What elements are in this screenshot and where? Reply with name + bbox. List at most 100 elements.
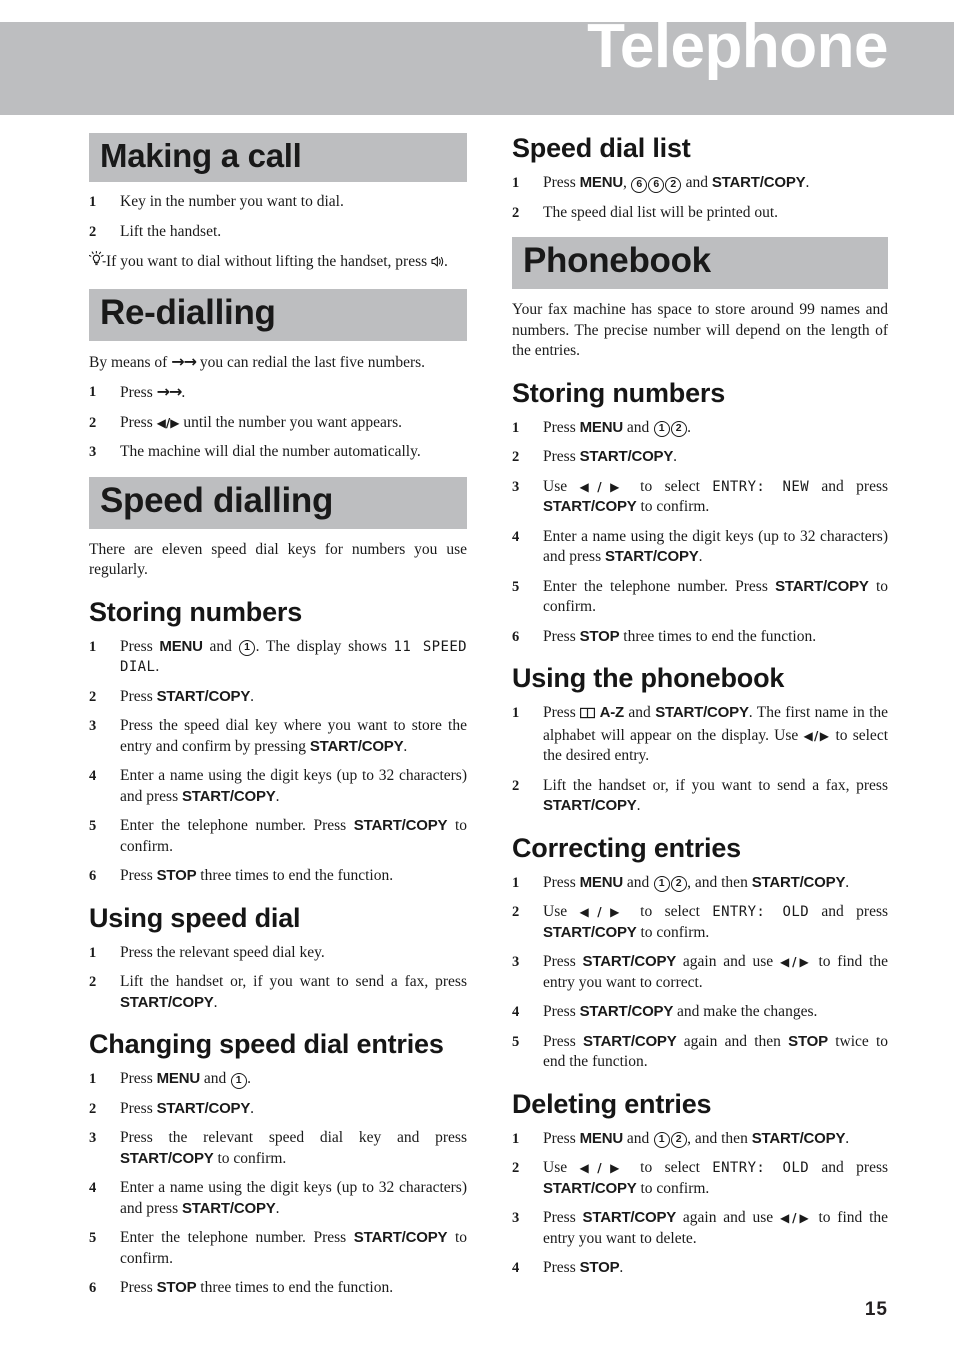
step-text: Press [543, 1209, 576, 1226]
intro-pre: By means of [89, 353, 168, 371]
list-item: 4 Enter a name using the digit keys (up … [512, 527, 888, 568]
step-number: 2 [89, 1100, 97, 1117]
key-label: START/COPY [579, 448, 674, 465]
redial-arrows-icon: →→ [171, 351, 197, 371]
speaker-icon [431, 254, 444, 275]
step-number: 2 [89, 223, 97, 240]
step-number: 1 [89, 638, 97, 655]
circled-digit: 2 [670, 876, 687, 892]
lcd-display-text: ENTRY: OLD [712, 904, 810, 920]
list-item: 2 Press START/COPY. [89, 687, 467, 708]
step-text: Enter the telephone number. Press [120, 1229, 347, 1246]
left-right-arrows-icon: ◀/▶ [579, 479, 628, 494]
steps-using-speed-dial: 1 Press the relevant speed dial key. 2 L… [89, 943, 467, 1014]
list-item: 2 Press START/COPY. [89, 1099, 467, 1120]
list-item: 1 Press MENU and 12, and then START/COPY… [512, 873, 888, 894]
step-text: Enter a name using the digit keys (up to… [120, 1179, 467, 1217]
key-label: START/COPY [182, 1199, 276, 1217]
step-text: Press [543, 1259, 576, 1276]
list-item: 6 Press STOP three times to end the func… [89, 1278, 467, 1299]
list-item: 3 Press the speed dial key where you wan… [89, 716, 467, 757]
key-label: START/COPY [751, 1129, 846, 1147]
open-book-icon [580, 705, 596, 726]
step-text: Press the relevant speed dial key. [120, 943, 325, 961]
step-number: 2 [89, 688, 97, 705]
step-number: 1 [89, 194, 97, 210]
step-text: Lift the handset. [120, 222, 222, 240]
circled-digit: 1 [230, 1072, 247, 1089]
steps-deleting-entries: 1 Press MENU and 12, and then START/COPY… [512, 1129, 888, 1279]
step-text-end: . [213, 993, 218, 1011]
step-text-end: . [275, 787, 280, 805]
step-number: 3 [512, 478, 520, 495]
left-column: Making a call 1 Key in the number you wa… [88, 133, 467, 1308]
step-number: 3 [512, 954, 520, 970]
list-item: 1 Press the relevant speed dial key. [89, 943, 467, 964]
circled-digit: 1 [653, 876, 670, 892]
circled-digit: 1 [653, 1132, 670, 1148]
key-label: A-Z [599, 704, 625, 721]
step-text: , and then [687, 1129, 748, 1147]
circled-digit: 2 [665, 176, 682, 193]
step-text: and [626, 1129, 650, 1147]
list-item: 1 Press MENU and 12, and then START/COPY… [512, 1129, 888, 1150]
step-text: , [622, 174, 627, 191]
step-text: Press [120, 1070, 153, 1087]
step-text-end: and make the changes. [677, 1003, 818, 1020]
step-number: 3 [512, 1210, 520, 1226]
steps-phonebook-storing-numbers: 1 Press MENU and 12. 2 Press START/COPY.… [512, 418, 888, 648]
step-text: Press [543, 873, 576, 891]
key-label: START/COPY [543, 1179, 637, 1197]
list-item: 2 Use ◀/▶ to select ENTRY: OLD and press… [512, 902, 888, 943]
list-item: 4 Enter a name using the digit keys (up … [89, 1178, 467, 1219]
step-text: and [209, 637, 232, 655]
tip-note: If you want to dial without lifting the … [88, 250, 467, 275]
step-text: Press [543, 1032, 576, 1050]
key-label: START/COPY [309, 737, 404, 755]
left-right-arrows-icon: ◀/▶ [803, 728, 831, 743]
circled-digit: 6 [631, 176, 648, 193]
step-text-end: three times to end the function. [200, 867, 394, 884]
list-item: 2 Lift the handset or, if you want to se… [89, 972, 467, 1013]
step-number: 5 [89, 1230, 97, 1246]
step-text-end: three times to end the function. [200, 1279, 394, 1296]
step-number: 4 [512, 1004, 520, 1020]
key-label: STOP [788, 1032, 828, 1050]
list-item: 2 Use ◀/▶ to select ENTRY: OLD and press… [512, 1158, 888, 1199]
step-number: 1 [512, 419, 520, 436]
intro-post: you can redial the last five numbers. [199, 353, 426, 371]
step-text-end: . [403, 737, 408, 755]
key-label: START/COPY [579, 1003, 674, 1020]
section-heading-speed-dialling: Speed dialling [89, 476, 467, 529]
step-text: again and then [683, 1032, 781, 1050]
left-right-arrows-icon: ◀/▶ [579, 1161, 628, 1175]
step-text: Enter the telephone number. Press [120, 817, 347, 834]
step-text: Use [543, 903, 568, 920]
left-right-arrows-icon: ◀/▶ [156, 415, 180, 430]
tip-text-end: . [444, 253, 448, 270]
list-item: 3 Press the relevant speed dial key and … [89, 1128, 467, 1169]
step-text: and [628, 704, 651, 721]
step-text: to select [640, 1159, 700, 1176]
list-item: 2 Lift the handset. [89, 222, 467, 243]
key-label: MENU [579, 873, 624, 891]
key-label: MENU [579, 418, 624, 436]
step-text: Press [543, 418, 576, 436]
circled-digit: 1 [239, 640, 256, 656]
step-text: and press [821, 903, 889, 920]
step-text-end: . [181, 384, 186, 401]
tip-text: If you want to dial without lifting the … [106, 253, 428, 270]
subheading-phonebook-storing-numbers: Storing numbers [512, 377, 726, 408]
step-number: 6 [512, 628, 520, 645]
step-text: Enter the telephone number. Press [543, 577, 768, 595]
steps-changing-speed-dial-entries: 1 Press MENU and 1. 2 Press START/COPY. … [89, 1069, 467, 1299]
step-text-end: . [845, 873, 850, 891]
step-number: 2 [89, 974, 97, 990]
step-number: 2 [512, 777, 520, 794]
step-number: 1 [89, 944, 97, 961]
step-number: 5 [89, 818, 97, 834]
step-text: Press [543, 704, 576, 721]
redial-arrows-icon: →→ [156, 382, 183, 401]
subheading-storing-numbers-speed: Storing numbers [89, 596, 303, 627]
list-item: 1 Press MENU, 662 and START/COPY. [512, 173, 888, 194]
